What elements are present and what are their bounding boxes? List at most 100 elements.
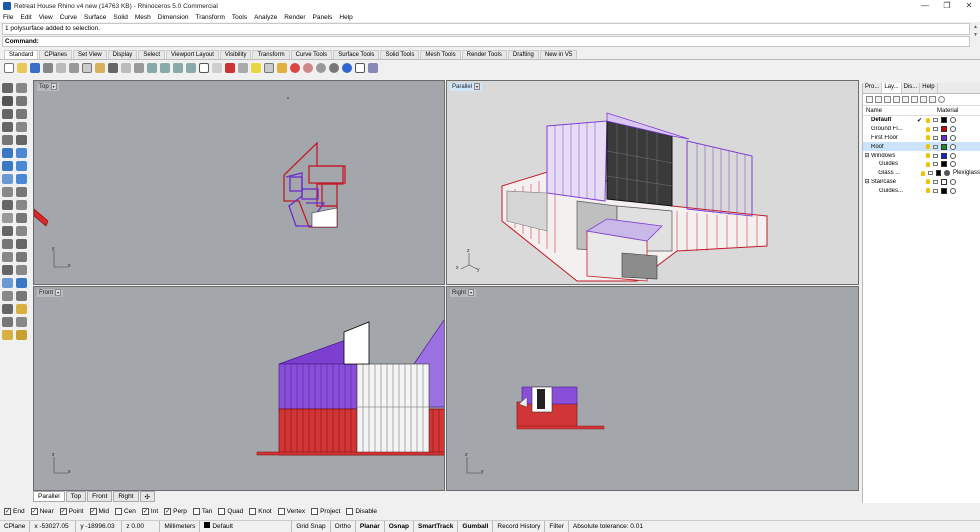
viewport-front[interactable]: Front ▾ z x	[33, 286, 445, 491]
new-layer-icon[interactable]	[866, 96, 873, 103]
lock-icon[interactable]	[933, 135, 938, 140]
point-icon[interactable]	[16, 83, 27, 93]
shaded-sphere-icon[interactable]	[329, 63, 339, 73]
four-viewports-icon[interactable]	[199, 63, 209, 73]
layer-icon[interactable]	[2, 304, 13, 314]
menu-solid[interactable]: Solid	[113, 14, 127, 21]
layer-color-swatch[interactable]	[941, 117, 947, 124]
copy-icon[interactable]	[16, 226, 27, 236]
layer-row[interactable]: First Floor	[863, 134, 980, 143]
box-icon[interactable]	[2, 161, 13, 171]
ellipse-icon[interactable]	[2, 122, 13, 132]
layer-row[interactable]: ⊟ Windows	[863, 151, 980, 160]
analyze-icon[interactable]	[2, 278, 13, 288]
material-icon[interactable]	[944, 170, 950, 177]
osnap-knot[interactable]: Knot	[249, 507, 272, 515]
material-icon[interactable]	[950, 178, 956, 185]
material-icon[interactable]	[950, 152, 956, 159]
toolbar-tab-set-view[interactable]: Set View	[73, 50, 107, 59]
layer-color-swatch[interactable]	[941, 152, 947, 159]
osnap-checkbox[interactable]: ✓	[4, 507, 11, 515]
boolean-icon[interactable]	[16, 174, 27, 184]
ortho-toggle[interactable]: Ortho	[331, 520, 356, 532]
chamfer-icon[interactable]	[16, 187, 27, 197]
light-icon[interactable]	[251, 63, 261, 73]
menu-curve[interactable]: Curve	[60, 14, 77, 21]
current-layer-check[interactable]: ✔	[917, 117, 924, 124]
toolbar-tab-render-tools[interactable]: Render Tools	[461, 50, 507, 59]
toolbar-tab-surface-tools[interactable]: Surface Tools	[333, 50, 380, 59]
extrude-icon[interactable]	[16, 148, 27, 158]
lock-icon[interactable]	[933, 153, 938, 158]
visibility-bulb-icon[interactable]	[926, 161, 930, 167]
circle-icon[interactable]	[2, 109, 13, 119]
menu-file[interactable]: File	[3, 14, 13, 21]
visibility-bulb-icon[interactable]	[921, 170, 925, 176]
print-icon[interactable]	[43, 63, 53, 73]
lock-icon[interactable]	[927, 171, 933, 176]
options-icon[interactable]	[368, 63, 378, 73]
material-icon[interactable]	[950, 126, 956, 133]
menu-surface[interactable]: Surface	[84, 14, 106, 21]
text-icon[interactable]	[16, 265, 27, 275]
toolbar-tab-drafting[interactable]: Drafting	[507, 50, 539, 59]
save-icon[interactable]	[30, 63, 40, 73]
viewport-top[interactable]: Top ▾ y x	[33, 80, 445, 285]
command-scrollbar[interactable]: ▲ ▼	[972, 23, 979, 47]
viewport-tab-front[interactable]: Front	[87, 491, 113, 502]
undo-icon[interactable]	[108, 63, 118, 73]
status-cplane[interactable]: CPlane	[0, 520, 31, 532]
filter-toggle[interactable]: Filter	[545, 520, 569, 532]
select-icon[interactable]	[238, 63, 248, 73]
material-icon[interactable]	[950, 187, 956, 194]
layer-color-swatch[interactable]	[941, 143, 947, 150]
osnap-checkbox[interactable]: ✓	[89, 507, 97, 515]
menu-dimension[interactable]: Dimension	[158, 14, 189, 21]
osnap-checkbox[interactable]: ✓	[30, 507, 38, 515]
layer-color-swatch[interactable]	[941, 187, 947, 194]
layer-name[interactable]: Roof	[871, 144, 917, 150]
color-wheel-icon[interactable]	[290, 63, 300, 73]
visibility-bulb-icon[interactable]	[926, 188, 930, 194]
visibility-bulb-icon[interactable]	[926, 117, 930, 123]
split-icon[interactable]	[16, 200, 27, 210]
osnap-checkbox[interactable]	[192, 507, 200, 515]
osnap-point[interactable]: ✓ Point	[59, 507, 84, 515]
new-file-icon[interactable]	[4, 63, 14, 73]
layer-name[interactable]: Windows	[871, 153, 917, 159]
smarttrack-toggle[interactable]: SmartTrack	[414, 520, 459, 532]
visibility-bulb-icon[interactable]	[926, 153, 930, 159]
move-icon[interactable]	[2, 226, 13, 236]
tools-icon[interactable]	[929, 96, 936, 103]
polyline-icon[interactable]	[2, 96, 13, 106]
trim-icon[interactable]	[2, 200, 13, 210]
status-layer[interactable]: Default	[200, 520, 293, 532]
material-icon[interactable]	[950, 161, 956, 168]
layer-row[interactable]: ⊟ Staircase	[863, 178, 980, 187]
toolbar-tab-solid-tools[interactable]: Solid Tools	[380, 50, 420, 59]
close-button[interactable]: ✕	[958, 0, 980, 12]
lock-icon[interactable]	[933, 188, 938, 193]
osnap-mid[interactable]: ✓ Mid	[89, 507, 109, 515]
osnap-checkbox[interactable]	[114, 507, 122, 515]
maximize-button[interactable]: ❐	[936, 0, 958, 12]
properties-icon[interactable]	[16, 304, 27, 314]
lock-icon[interactable]	[933, 179, 938, 184]
curve-icon[interactable]	[16, 96, 27, 106]
osnap-checkbox[interactable]: ✓	[141, 507, 149, 515]
add-viewport-tab-button[interactable]: ✣	[139, 491, 155, 502]
visibility-bulb-icon[interactable]	[926, 144, 930, 150]
visibility-bulb-icon[interactable]	[926, 135, 930, 141]
open-file-icon[interactable]	[17, 63, 27, 73]
osnap-int[interactable]: ✓ Int	[141, 507, 158, 515]
panel-tab-display[interactable]: Dis...	[902, 83, 921, 93]
osnap-checkbox[interactable]	[218, 507, 226, 515]
osnap-vertex[interactable]: Vertex	[277, 507, 305, 515]
rotate-icon[interactable]	[2, 239, 13, 249]
fillet-icon[interactable]	[2, 187, 13, 197]
toolbar-tab-visibility[interactable]: Visibility	[219, 50, 252, 59]
toolbar-tab-mesh-tools[interactable]: Mesh Tools	[420, 50, 461, 59]
layer-name[interactable]: Glass ...	[870, 170, 913, 176]
osnap-end[interactable]: ✓ End	[4, 507, 25, 515]
viewport-tab-top[interactable]: Top	[65, 491, 87, 502]
